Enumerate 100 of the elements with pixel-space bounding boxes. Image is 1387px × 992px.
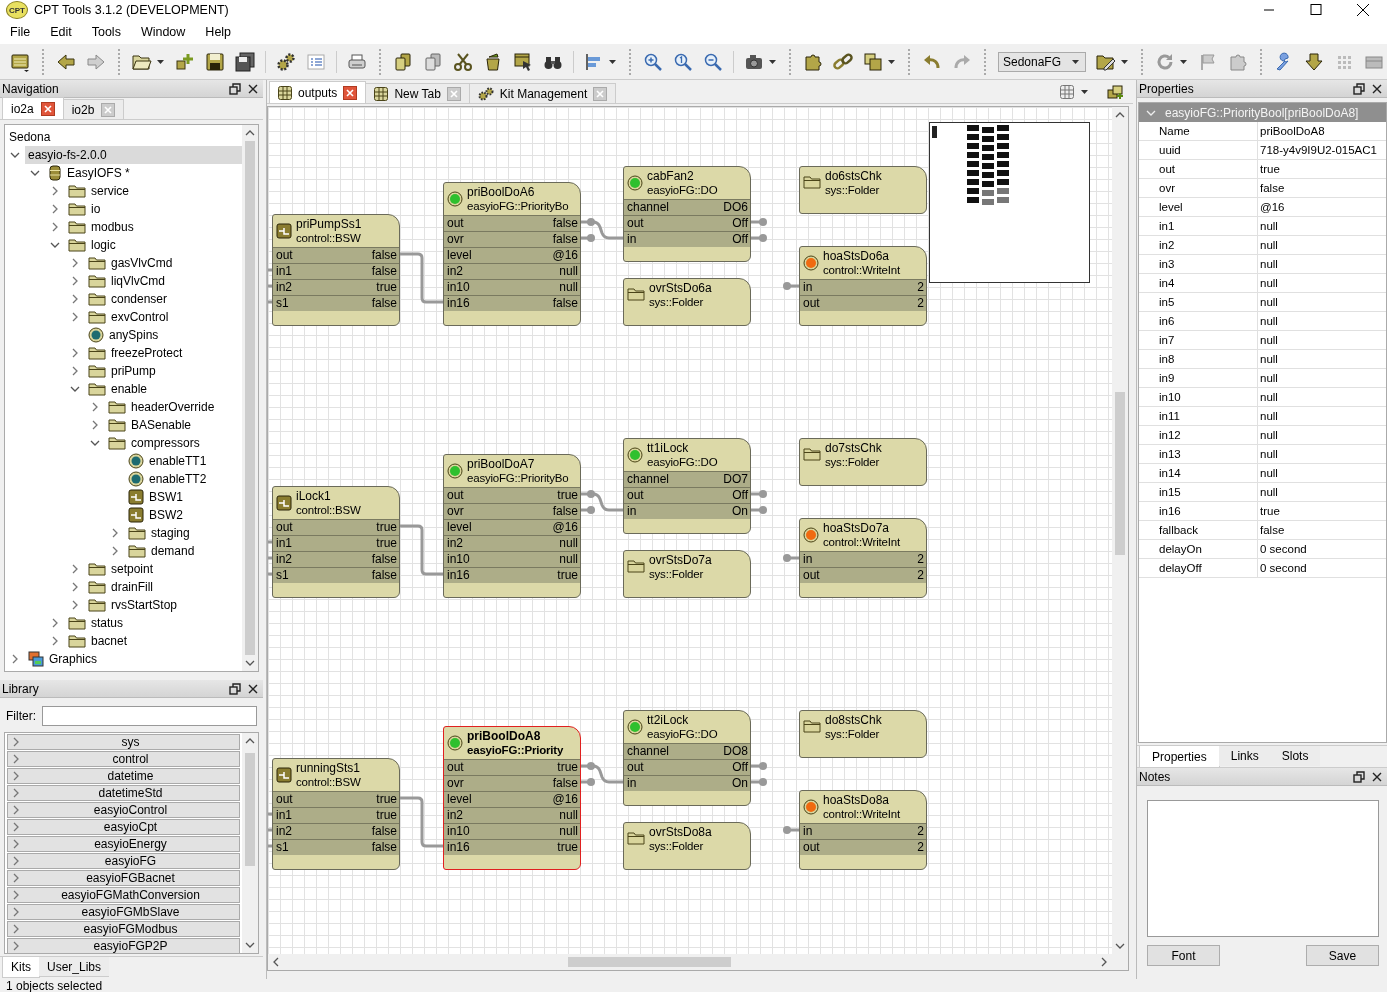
- property-value[interactable]: null: [1257, 483, 1386, 501]
- function-block[interactable]: ovrStsDo7a sys::Folder: [623, 550, 751, 598]
- kit-item[interactable]: datetime: [7, 768, 240, 784]
- caret-icon[interactable]: [768, 58, 777, 65]
- property-value[interactable]: null: [1257, 388, 1386, 406]
- download-arrow-icon[interactable]: [1304, 51, 1325, 72]
- tab[interactable]: outputs: [269, 81, 367, 103]
- tree-item[interactable]: easyio-fs-2.0.0: [25, 146, 242, 164]
- tree-item[interactable]: gasVlvCmd: [85, 254, 176, 272]
- function-block[interactable]: hoaStsDo7a control::WriteInt in 2 out 2: [799, 518, 927, 598]
- property-value[interactable]: true: [1257, 502, 1386, 520]
- tree-item[interactable]: exvControl: [85, 308, 172, 326]
- link-wire[interactable]: [581, 762, 623, 784]
- link-wire[interactable]: [400, 524, 443, 576]
- platform-dropdown[interactable]: SedonaFG: [998, 51, 1087, 72]
- caret-icon[interactable]: [887, 58, 896, 65]
- function-block[interactable]: do8stsChk sys::Folder: [799, 710, 927, 758]
- property-value[interactable]: null: [1257, 369, 1386, 387]
- tab[interactable]: New Tab: [365, 83, 470, 103]
- arrow-right-icon[interactable]: [86, 51, 106, 72]
- kit-item[interactable]: control: [7, 751, 240, 767]
- restore-icon[interactable]: [229, 82, 241, 95]
- kit-item[interactable]: easyioFGMathConversion: [7, 887, 240, 903]
- tree-item[interactable]: liqVlvCmd: [85, 272, 168, 290]
- documents-icon[interactable]: [393, 51, 413, 72]
- function-block[interactable]: hoaStsDo6a control::WriteInt in 2 out 2: [799, 246, 927, 326]
- property-value[interactable]: null: [1257, 255, 1386, 273]
- tree-item[interactable]: headerOverride: [105, 398, 218, 416]
- property-value[interactable]: null: [1257, 274, 1386, 292]
- tree-item[interactable]: rvsStartStop: [85, 596, 181, 614]
- restore-icon[interactable]: [1353, 82, 1365, 95]
- window-cursor-icon[interactable]: [513, 51, 533, 72]
- kit-item[interactable]: easyioFGP2P: [7, 938, 240, 953]
- kit-item[interactable]: easyioCpt: [7, 819, 240, 835]
- trash-can-icon[interactable]: [483, 51, 503, 72]
- property-value[interactable]: false: [1257, 521, 1386, 539]
- kit-item[interactable]: easyioFGModbus: [7, 921, 240, 937]
- tree-item[interactable]: enableTT2: [125, 470, 210, 488]
- function-block[interactable]: tt1iLock easyioFG::DO channel DO7 out Off in On: [623, 438, 751, 534]
- property-value[interactable]: false: [1257, 179, 1386, 197]
- tree-item[interactable]: BSW2: [125, 506, 186, 524]
- property-value[interactable]: null: [1257, 407, 1386, 425]
- scroll-up-icon[interactable]: [245, 130, 255, 136]
- documents-icon[interactable]: [423, 51, 443, 72]
- function-block[interactable]: priPumpSs1 control::BSW out false in1 false in2 true s1 false: [272, 214, 400, 326]
- tab[interactable]: Properties: [1139, 746, 1220, 768]
- printer-icon[interactable]: [347, 51, 367, 72]
- scroll-up-icon[interactable]: [1115, 112, 1125, 118]
- function-block[interactable]: runningSts1 control::BSW out true in1 true in2 false s1 false: [272, 758, 400, 870]
- tree-item[interactable]: anySpins: [85, 326, 162, 344]
- tree-item[interactable]: EasyIOFS *: [45, 164, 133, 182]
- tree-item[interactable]: enable: [85, 380, 151, 398]
- caret-icon[interactable]: [1080, 88, 1089, 95]
- caret-icon[interactable]: [608, 58, 617, 65]
- property-value[interactable]: null: [1257, 293, 1386, 311]
- link-wire[interactable]: [400, 796, 443, 848]
- kit-item[interactable]: easyioFGMbSlave: [7, 904, 240, 920]
- tree-item[interactable]: drainFill: [85, 578, 156, 596]
- property-value[interactable]: null: [1257, 331, 1386, 349]
- close-icon[interactable]: [1371, 82, 1383, 95]
- tree-item[interactable]: condenser: [85, 290, 171, 308]
- chain-link-icon[interactable]: [833, 51, 853, 72]
- add-icon[interactable]: [175, 51, 195, 72]
- menu-item[interactable]: Tools: [84, 25, 128, 39]
- property-value[interactable]: priBoolDoA8: [1257, 122, 1386, 140]
- vertical-scrollbar[interactable]: [242, 733, 258, 953]
- menu-item[interactable]: Window: [133, 25, 193, 39]
- function-block[interactable]: ovrStsDo8a sys::Folder: [623, 822, 751, 870]
- tab[interactable]: Links: [1218, 746, 1271, 766]
- function-block[interactable]: do6stsChk sys::Folder: [799, 166, 927, 214]
- caret-icon[interactable]: [1179, 58, 1189, 65]
- property-value[interactable]: null: [1257, 236, 1386, 254]
- scrollbar-thumb[interactable]: [245, 141, 255, 655]
- notes-button[interactable]: Save: [1306, 945, 1379, 966]
- scrollbar-thumb[interactable]: [568, 957, 731, 967]
- property-value[interactable]: null: [1257, 464, 1386, 482]
- link-wire[interactable]: [581, 490, 623, 512]
- property-value[interactable]: null: [1257, 217, 1386, 235]
- scroll-down-icon[interactable]: [1115, 943, 1125, 949]
- tree-item[interactable]: priPump: [85, 362, 159, 380]
- grid-icon[interactable]: [1060, 84, 1074, 99]
- kit-item[interactable]: easyioFGBacnet: [7, 870, 240, 886]
- function-block[interactable]: do7stsChk sys::Folder: [799, 438, 927, 486]
- zoom-icon[interactable]: [673, 51, 693, 72]
- kit-item[interactable]: easyioControl: [7, 802, 240, 818]
- notes-button[interactable]: Font: [1147, 945, 1220, 966]
- tree-item[interactable]: BSW1: [125, 488, 186, 506]
- puzzle-icon[interactable]: [803, 51, 823, 72]
- function-block[interactable]: priBoolDoA7 easyioFG::PriorityBo out true ovr false level @16 in2 null in10 null in16 true: [443, 454, 581, 598]
- tree-item[interactable]: compressors: [105, 434, 203, 452]
- scrollbar-thumb[interactable]: [245, 752, 255, 866]
- function-block[interactable]: iLock1 control::BSW out true in1 true in2 false s1 false: [272, 486, 400, 598]
- menu-item[interactable]: Edit: [43, 25, 79, 39]
- kit-item[interactable]: easyioEnergy: [7, 836, 240, 852]
- property-value[interactable]: null: [1257, 426, 1386, 444]
- tree-item[interactable]: enableTT1: [125, 452, 210, 470]
- list-icon[interactable]: [306, 51, 326, 72]
- function-block[interactable]: hoaStsDo8a control::WriteInt in 2 out 2: [799, 790, 927, 870]
- tree-item[interactable]: freezeProtect: [85, 344, 186, 362]
- scroll-up-icon[interactable]: [245, 738, 255, 744]
